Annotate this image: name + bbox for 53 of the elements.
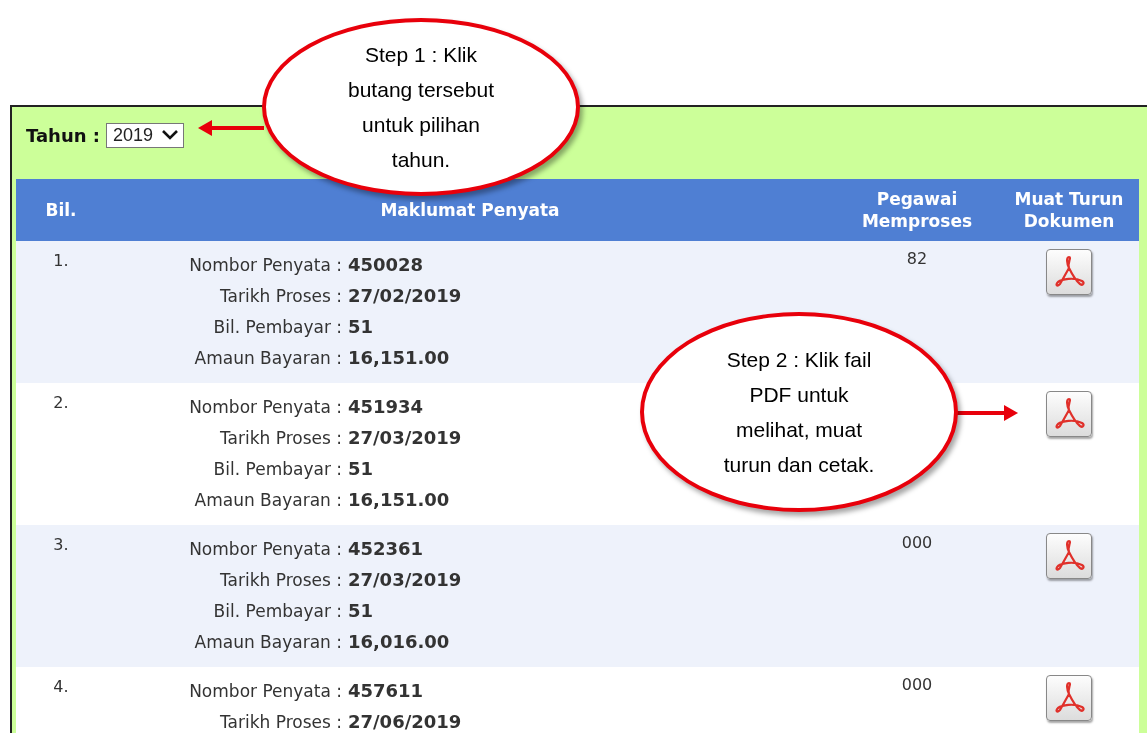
field-label: Tarikh Proses : (219, 427, 342, 448)
field-value: 51 (348, 458, 375, 479)
field-value: 16,151.00 (348, 347, 451, 368)
field-label: Tarikh Proses : (219, 711, 342, 732)
field-value: 16,151.00 (348, 489, 451, 510)
field-label: Amaun Bayaran : (193, 631, 342, 652)
callout-text: Step 1 : Klik butang tersebut untuk pilihan tahun. (348, 42, 494, 173)
field-value: 27/03/2019 (348, 569, 462, 590)
column-header: Bil. (44, 198, 78, 222)
pdf-download-button[interactable] (1046, 675, 1092, 721)
field-label: Tarikh Proses : (219, 569, 342, 590)
field-value: 452361 (348, 538, 425, 559)
field-value: 27/03/2019 (348, 427, 462, 448)
year-select[interactable]: 2019 (106, 122, 185, 148)
row-number: 2. (52, 392, 70, 414)
callout-text: Step 2 : Klik fail PDF untuk melihat, muat turun dan cetak. (723, 347, 875, 478)
pdf-icon (1052, 254, 1086, 290)
officer-value: 82 (906, 249, 928, 268)
year-label: Tahun : (26, 124, 100, 146)
field-value: 451934 (348, 396, 425, 417)
officer-value: 000 (901, 675, 933, 694)
field-value: 27/06/2019 (348, 711, 462, 732)
field-label: Nombor Penyata : (188, 538, 342, 559)
column-header: Maklumat Penyata (379, 198, 561, 222)
pdf-download-button[interactable] (1046, 391, 1092, 437)
row-number: 4. (52, 676, 70, 698)
officer-value: 000 (901, 533, 933, 552)
row-number: 3. (52, 534, 70, 556)
field-value: 450028 (348, 254, 425, 275)
field-label: Bil. Pembayar : (212, 316, 342, 337)
pdf-download-button[interactable] (1046, 249, 1092, 295)
pdf-download-button[interactable] (1046, 533, 1092, 579)
column-header: Muat Turun Dokumen (1013, 187, 1125, 233)
field-label: Bil. Pembayar : (212, 600, 342, 621)
field-value: 51 (348, 600, 375, 621)
row-number: 1. (52, 250, 70, 272)
chevron-down-icon (161, 129, 180, 141)
field-value: 457611 (348, 680, 425, 701)
pointer-arrow (196, 118, 266, 138)
field-label: Nombor Penyata : (188, 396, 342, 417)
pdf-icon (1052, 680, 1086, 716)
field-label: Nombor Penyata : (188, 680, 342, 701)
field-value: 16,016.00 (348, 631, 451, 652)
field-label: Bil. Pembayar : (212, 458, 342, 479)
field-label: Nombor Penyata : (188, 254, 342, 275)
pdf-icon (1052, 396, 1086, 432)
pdf-icon (1052, 538, 1086, 574)
field-value: 51 (348, 316, 375, 337)
field-value: 27/02/2019 (348, 285, 462, 306)
column-header: Pegawai Memproses (860, 187, 974, 233)
field-label: Tarikh Proses : (219, 285, 342, 306)
field-label: Amaun Bayaran : (193, 347, 342, 368)
field-label: Amaun Bayaran : (193, 489, 342, 510)
